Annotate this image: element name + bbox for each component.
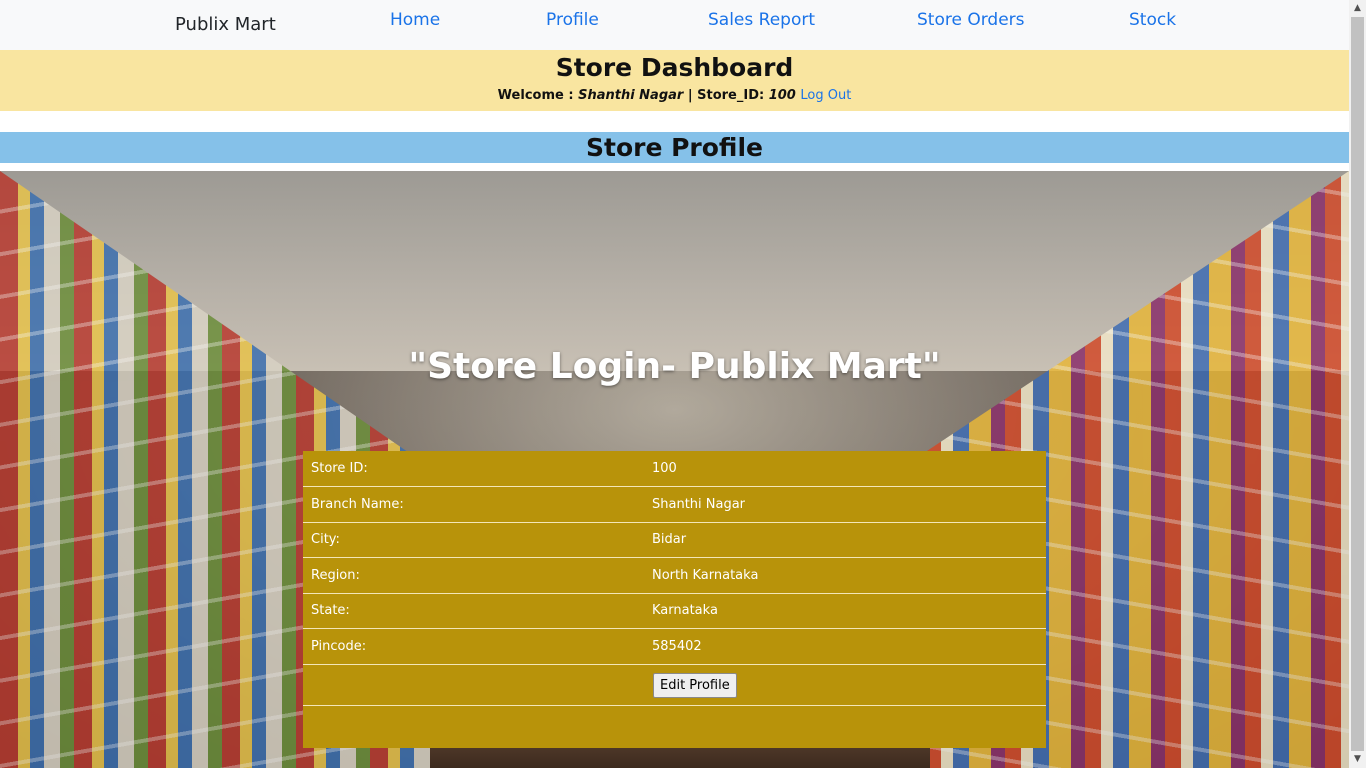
row-value: Karnataka	[652, 603, 718, 618]
welcome-line: Welcome : Shanthi Nagar | Store_ID: 100 …	[0, 88, 1349, 104]
nav-link-home[interactable]: Home	[390, 10, 440, 30]
row-label: Pincode:	[311, 639, 367, 654]
table-row-actions: Edit Profile	[303, 665, 1046, 706]
table-row: Region: North Karnataka	[303, 558, 1046, 594]
nav-link-sales-report[interactable]: Sales Report	[708, 10, 815, 30]
welcome-prefix: Welcome :	[497, 88, 579, 103]
table-row: Branch Name: Shanthi Nagar	[303, 487, 1046, 523]
welcome-branch: Shanthi Nagar	[578, 88, 684, 103]
logout-link[interactable]: Log Out	[800, 88, 851, 103]
scroll-down-arrow-icon[interactable]: ▼	[1349, 751, 1366, 768]
hero-title: "Store Login- Publix Mart"	[408, 346, 941, 387]
row-label: Store ID:	[311, 461, 368, 476]
row-value: Bidar	[652, 532, 687, 547]
table-row: City: Bidar	[303, 522, 1046, 558]
nav-link-profile[interactable]: Profile	[546, 10, 599, 30]
welcome-separator: | Store_ID:	[683, 88, 769, 103]
row-value: 100	[652, 461, 677, 476]
nav-link-store-orders[interactable]: Store Orders	[917, 10, 1025, 30]
welcome-store-id: 100	[768, 88, 796, 103]
row-label: State:	[311, 603, 350, 618]
row-value: North Karnataka	[652, 568, 759, 583]
store-profile-title: Store Profile	[585, 133, 763, 162]
table-row: Store ID: 100	[303, 451, 1046, 487]
row-label: Region:	[311, 568, 360, 583]
row-value: 585402	[652, 639, 702, 654]
edit-profile-button[interactable]: Edit Profile	[653, 673, 737, 698]
table-row: Pincode: 585402	[303, 629, 1046, 665]
page-scrollbar[interactable]: ▲ ▼	[1349, 0, 1366, 768]
brand-name[interactable]: Publix Mart	[175, 14, 276, 35]
dashboard-header: Store Dashboard Welcome : Shanthi Nagar …	[0, 50, 1349, 111]
dashboard-title: Store Dashboard	[555, 53, 794, 82]
scroll-thumb[interactable]	[1351, 17, 1364, 751]
row-value: Shanthi Nagar	[652, 497, 746, 512]
table-row: State: Karnataka	[303, 593, 1046, 629]
top-navbar: Publix Mart Home Profile Sales Report St…	[0, 0, 1349, 50]
hero-background: "Store Login- Publix Mart" Store ID: 100…	[0, 171, 1349, 768]
nav-link-stock[interactable]: Stock	[1129, 10, 1176, 30]
scroll-up-arrow-icon[interactable]: ▲	[1349, 0, 1366, 17]
row-label: Branch Name:	[311, 497, 404, 512]
store-profile-heading: Store Profile	[0, 132, 1349, 163]
row-label: City:	[311, 532, 340, 547]
store-profile-table: Store ID: 100 Branch Name: Shanthi Nagar…	[303, 451, 1046, 748]
